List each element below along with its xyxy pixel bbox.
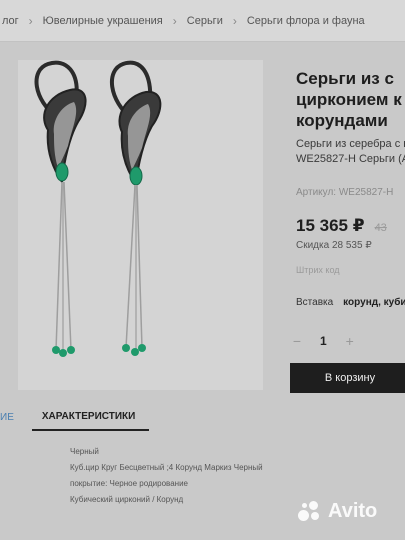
insert-attribute: Вставка корунд, кубиче [296, 297, 405, 308]
breadcrumb-item-jewelry[interactable]: Ювелирные украшения [43, 15, 163, 27]
product-title: Серьги из с цирконием к корундами [296, 69, 402, 130]
spec-stones: Куб.цир Круг Бесцветный ;4 Корунд Маркиз… [70, 463, 263, 472]
spec-color: Черный [70, 447, 99, 456]
discount-text: Скидка 28 535 ₽ [296, 240, 372, 251]
breadcrumb: лог › Ювелирные украшения › Серьги › Сер… [0, 0, 405, 42]
quantity-value[interactable]: 1 [320, 334, 327, 348]
breadcrumb-item-earrings[interactable]: Серьги [187, 15, 223, 27]
current-price: 15 365 ₽ [296, 216, 365, 235]
quantity-increase-button[interactable]: + [345, 333, 355, 349]
product-tabs: ИЕ ХАРАКТЕРИСТИКИ [0, 402, 300, 432]
chevron-right-icon: › [172, 13, 177, 28]
quantity-decrease-button[interactable]: − [292, 333, 302, 349]
chevron-right-icon: › [232, 13, 237, 28]
breadcrumb-item-flora-fauna[interactable]: Серьги флора и фауна [247, 15, 365, 27]
tab-characteristics[interactable]: ХАРАКТЕРИСТИКИ [31, 411, 150, 431]
chevron-right-icon: › [28, 13, 33, 28]
spec-insert-type: Кубический цирконий / Корунд [70, 495, 184, 504]
product-article: Артикул: WE25827-H [296, 187, 394, 198]
barcode-label: Штрих код [296, 265, 340, 275]
attribute-label: Вставка [296, 297, 334, 308]
breadcrumb-item-catalog[interactable]: лог [2, 15, 19, 27]
add-to-cart-button[interactable]: В корзину [290, 363, 405, 393]
spec-coating: покрытие: Черное родирование [70, 479, 188, 488]
price-row: 15 365 ₽ 43 [296, 216, 405, 236]
old-price: 43 [374, 222, 387, 234]
product-image[interactable] [18, 60, 263, 390]
tab-description[interactable]: ИЕ [0, 412, 32, 423]
avito-watermark: Avito [298, 500, 377, 523]
characteristics-list: Черный Куб.цир Круг Бесцветный ;4 Корунд… [70, 446, 290, 510]
earrings-illustration [34, 60, 162, 357]
product-description: Серьги из серебра с куб WE25827-H Серьги… [296, 138, 405, 165]
product-info: Серьги из с цирконием к корундами Серьги… [296, 68, 405, 308]
avito-logo-icon [298, 500, 322, 523]
attribute-value: корунд, кубиче [343, 297, 405, 308]
avito-wordmark: Avito [328, 500, 378, 522]
quantity-stepper: − 1 + [292, 330, 372, 352]
